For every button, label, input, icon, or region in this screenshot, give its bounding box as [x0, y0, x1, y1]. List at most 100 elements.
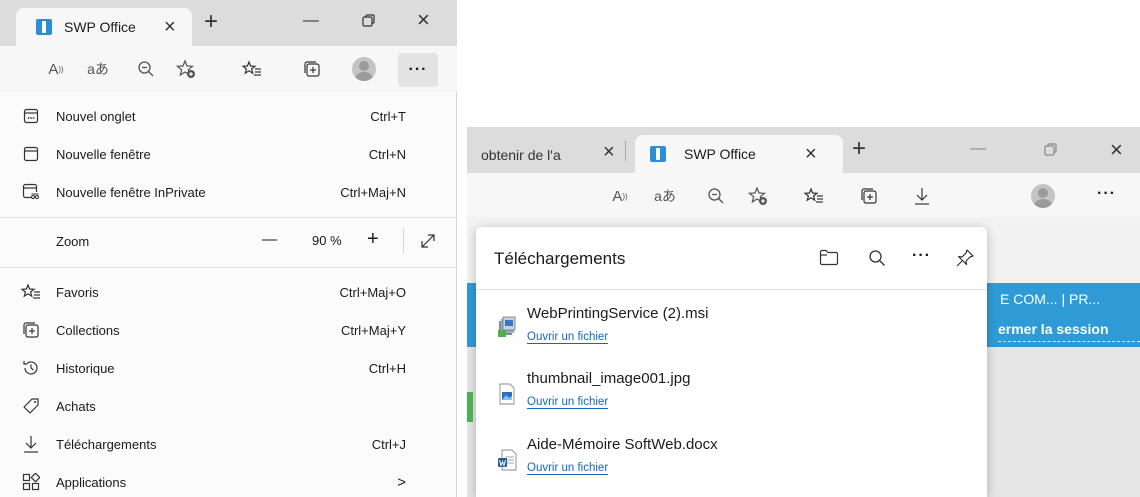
- tab-swp-office[interactable]: SWP Office ×: [635, 135, 843, 173]
- tab-close-icon[interactable]: ×: [603, 141, 615, 164]
- menu-shortcut: Ctrl+N: [368, 146, 406, 162]
- menu-shortcut: Ctrl+T: [370, 108, 406, 124]
- favorites-icon[interactable]: [240, 57, 264, 81]
- menu-item-new-tab[interactable]: Nouvel onglet Ctrl+T: [0, 97, 457, 135]
- menu-item-downloads[interactable]: Téléchargements Ctrl+J: [0, 425, 457, 463]
- msi-installer-icon: [497, 316, 517, 338]
- tab-close-icon[interactable]: ×: [164, 16, 176, 39]
- menu-shortcut: Ctrl+Maj+Y: [340, 322, 406, 338]
- add-favorite-icon[interactable]: [746, 184, 770, 208]
- menu-item-shopping[interactable]: Achats: [0, 387, 457, 425]
- downloads-panel: Téléchargements ··· WebPrintingService (…: [476, 227, 987, 497]
- menu-shortcut: Ctrl+J: [371, 436, 406, 452]
- add-favorite-icon[interactable]: [174, 57, 198, 81]
- tab-bar: SWP Office × + — ×: [0, 0, 457, 46]
- translate-icon[interactable]: aあ: [653, 184, 677, 208]
- translate-icon[interactable]: aあ: [86, 57, 110, 81]
- download-icon[interactable]: [910, 184, 934, 208]
- logout-link[interactable]: ermer la session: [998, 321, 1109, 337]
- menu-item-new-window[interactable]: Nouvelle fenêtre Ctrl+N: [0, 135, 457, 173]
- download-file-name[interactable]: Aide-Mémoire SoftWeb.docx: [527, 436, 718, 453]
- open-folder-icon[interactable]: [819, 249, 839, 267]
- more-options-icon[interactable]: ···: [912, 247, 931, 265]
- left-browser-window: SWP Office × + — × A)) aあ ··· Nouvel ong…: [0, 0, 457, 497]
- tab-title: SWP Office: [64, 19, 136, 35]
- banner-menu-text[interactable]: E COM... | PR...: [1000, 291, 1100, 307]
- zoom-label: Zoom: [56, 233, 90, 249]
- downloads-title: Téléchargements: [494, 249, 626, 268]
- menu-item-favorites[interactable]: Favoris Ctrl+Maj+O: [0, 273, 457, 311]
- menu-label: Achats: [56, 398, 96, 414]
- menu-divider: [0, 217, 457, 218]
- download-icon: [20, 433, 42, 455]
- settings-menu: Nouvel onglet Ctrl+T Nouvelle fenêtre Ct…: [0, 92, 457, 497]
- tab-title-other[interactable]: obtenir de l'a: [481, 147, 561, 163]
- zoom-out-button[interactable]: —: [262, 231, 277, 248]
- toolbar: A)) aあ: [0, 46, 457, 92]
- menu-label: Applications: [56, 474, 127, 490]
- settings-and-more-button[interactable]: ···: [1097, 185, 1116, 203]
- open-file-link[interactable]: Ouvrir un fichier: [527, 396, 609, 409]
- banner-underline: [998, 341, 1140, 342]
- profile-avatar[interactable]: [1031, 184, 1055, 208]
- menu-divider: [0, 267, 457, 268]
- zoom-in-button[interactable]: +: [367, 228, 379, 251]
- toolbar: A)) aあ ···: [467, 173, 1140, 217]
- tab-swp-office[interactable]: SWP Office ×: [16, 8, 192, 46]
- menu-shortcut: Ctrl+Maj+N: [340, 184, 406, 200]
- submenu-chevron-icon: >: [397, 473, 406, 491]
- menu-shortcut: Ctrl+Maj+O: [339, 284, 406, 300]
- menu-label: Historique: [56, 360, 115, 376]
- menu-label: Nouvelle fenêtre: [56, 146, 151, 162]
- restore-button[interactable]: [362, 14, 376, 28]
- new-tab-icon: [20, 105, 42, 127]
- read-aloud-icon[interactable]: A)): [44, 57, 68, 81]
- zoom-out-icon[interactable]: [704, 184, 728, 208]
- swp-favicon-icon: [36, 19, 52, 35]
- settings-and-more-button[interactable]: ···: [398, 53, 438, 87]
- download-file-name[interactable]: thumbnail_image001.jpg: [527, 370, 690, 387]
- favorites-icon[interactable]: [802, 184, 826, 208]
- downloads-divider: [476, 289, 987, 290]
- menu-label: Collections: [56, 322, 120, 338]
- menu-item-zoom: Zoom — 90 % +: [0, 222, 457, 260]
- right-browser-window: obtenir de l'a × SWP Office × + — × A)) …: [467, 127, 1140, 497]
- fullscreen-icon[interactable]: [420, 233, 436, 249]
- minimize-button[interactable]: —: [303, 12, 319, 30]
- menu-label: Téléchargements: [56, 436, 157, 452]
- collections-icon[interactable]: [300, 57, 324, 81]
- favorites-icon: [20, 281, 42, 303]
- history-icon: [20, 357, 42, 379]
- menu-item-apps[interactable]: Applications >: [0, 463, 457, 497]
- tab-close-icon[interactable]: ×: [805, 143, 817, 166]
- zoom-out-icon[interactable]: [134, 57, 158, 81]
- tab-title: SWP Office: [684, 146, 756, 162]
- menu-shortcut: Ctrl+H: [368, 360, 406, 376]
- open-file-link[interactable]: Ouvrir un fichier: [527, 331, 609, 344]
- menu-item-inprivate[interactable]: Nouvelle fenêtre InPrivate Ctrl+Maj+N: [0, 173, 457, 211]
- close-window-button[interactable]: ×: [417, 7, 430, 33]
- menu-item-collections[interactable]: Collections Ctrl+Maj+Y: [0, 311, 457, 349]
- zoom-divider: [403, 228, 404, 254]
- restore-button[interactable]: [1044, 143, 1058, 157]
- new-tab-button[interactable]: +: [852, 135, 866, 163]
- tab-bar: obtenir de l'a × SWP Office × + — ×: [467, 127, 1140, 173]
- image-file-icon: [497, 383, 517, 405]
- tab-separator: [625, 141, 626, 161]
- new-tab-button[interactable]: +: [204, 8, 218, 36]
- read-aloud-icon[interactable]: A)): [608, 184, 632, 208]
- open-file-link[interactable]: Ouvrir un fichier: [527, 462, 609, 475]
- close-window-button[interactable]: ×: [1110, 137, 1123, 163]
- inprivate-icon: [20, 181, 42, 203]
- profile-avatar[interactable]: [352, 57, 376, 81]
- apps-icon: [20, 471, 42, 493]
- menu-item-history[interactable]: Historique Ctrl+H: [0, 349, 457, 387]
- menu-label: Favoris: [56, 284, 99, 300]
- collections-icon[interactable]: [857, 184, 881, 208]
- download-file-name[interactable]: WebPrintingService (2).msi: [527, 305, 708, 322]
- shopping-tag-icon: [20, 395, 42, 417]
- minimize-button[interactable]: —: [970, 140, 986, 158]
- menu-label: Nouvel onglet: [56, 108, 136, 124]
- search-icon[interactable]: [868, 249, 886, 267]
- pin-icon[interactable]: [955, 248, 975, 268]
